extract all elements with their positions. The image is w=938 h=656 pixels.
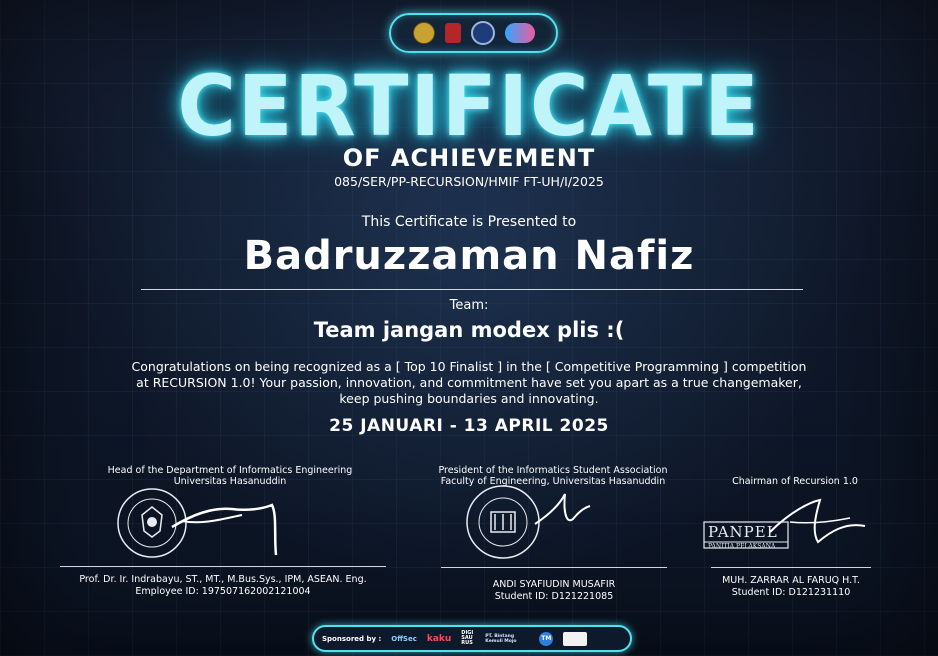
certificate-subtitle: OF ACHIEVEMENT bbox=[342, 144, 596, 172]
hmif-logo bbox=[470, 21, 495, 45]
signature-stroke-5 bbox=[789, 517, 851, 524]
signatory-1-title-line1: Head of the Department of Informatics En… bbox=[107, 465, 353, 476]
sponsor-bar: Sponsored by : OffSec kaku DIGI SAU RUS … bbox=[312, 625, 632, 652]
signatory-2-name-block: ANDI SYAFIUDIN MUSAFIR Student ID: D1212… bbox=[431, 579, 677, 603]
signatory-3-title-line1: Chairman of Recursion 1.0 bbox=[732, 476, 858, 487]
panpel-stamp-subtext: PANITIA PELAKSANA bbox=[708, 543, 776, 550]
signatory-1-title: Head of the Department of Informatics En… bbox=[60, 465, 400, 487]
signatory-1-name: Prof. Dr. Ir. Indrabayu, ST., MT., M.Bus… bbox=[79, 574, 367, 585]
event-dates: 25 JANUARI - 13 APRIL 2025 bbox=[329, 416, 609, 436]
signatory-3-title: Chairman of Recursion 1.0 bbox=[700, 476, 890, 487]
offsec-logo: OffSec bbox=[391, 634, 417, 643]
team-name: Team jangan modex plis :( bbox=[313, 318, 625, 342]
signatory-2-title-line1: President of the Informatics Student Ass… bbox=[438, 465, 668, 476]
recipient-name: Badruzzaman Nafiz bbox=[243, 233, 695, 279]
tm-logo: TM bbox=[539, 631, 554, 646]
name-divider bbox=[141, 289, 803, 290]
sponsor-label: Sponsored by : bbox=[322, 634, 382, 643]
bintang-kemuli-logo: PT. Bintang Kemuli Mojo bbox=[485, 633, 517, 644]
signatory-1-id: Employee ID: 197507162002121004 bbox=[135, 586, 311, 597]
presented-to-text: This Certificate is Presented to bbox=[361, 214, 577, 230]
signatory-3-name: MUH. ZARRAR AL FARUQ H.T. bbox=[722, 575, 860, 586]
signatory-2-line bbox=[441, 567, 667, 568]
signatory-2-signature bbox=[466, 485, 591, 559]
recursion-logo bbox=[504, 23, 535, 43]
signatory-1-name-block: Prof. Dr. Ir. Indrabayu, ST., MT., M.Bus… bbox=[50, 574, 396, 598]
panpel-stamp-text: PANPEL bbox=[708, 523, 778, 541]
signatory-1-line bbox=[60, 566, 386, 567]
student-association-stamp-icon bbox=[466, 485, 540, 559]
sponsor-badge-icon bbox=[563, 631, 588, 646]
team-label: Team: bbox=[449, 298, 489, 313]
kaku-logo: kaku bbox=[426, 633, 452, 644]
university-seal-logo bbox=[412, 22, 435, 44]
signatory-3-id: Student ID: D121231110 bbox=[731, 587, 851, 598]
faculty-logo bbox=[444, 23, 461, 43]
signatory-2-name: ANDI SYAFIUDIN MUSAFIR bbox=[492, 579, 616, 590]
signatory-3-name-block: MUH. ZARRAR AL FARUQ H.T. Student ID: D1… bbox=[700, 575, 882, 599]
signatory-2-id: Student ID: D121221085 bbox=[494, 591, 614, 602]
congratulations-text: Congratulations on being recognized as a… bbox=[131, 359, 807, 406]
signatory-3-line bbox=[711, 567, 871, 568]
signature-stroke-4 bbox=[769, 498, 866, 544]
certificate-title: CERTIFICATE bbox=[177, 57, 761, 155]
digisaurus-logo: DIGI SAU RUS bbox=[461, 630, 474, 646]
certificate-number: 085/SER/PP-RECURSION/HMIF FT-UH/I/2025 bbox=[334, 174, 604, 189]
signature-stroke-1 bbox=[171, 503, 278, 556]
signature-stroke-3 bbox=[534, 493, 591, 525]
header-logo-bar bbox=[389, 13, 558, 53]
department-stamp-icon bbox=[117, 488, 187, 558]
signatory-1-signature bbox=[117, 488, 278, 558]
